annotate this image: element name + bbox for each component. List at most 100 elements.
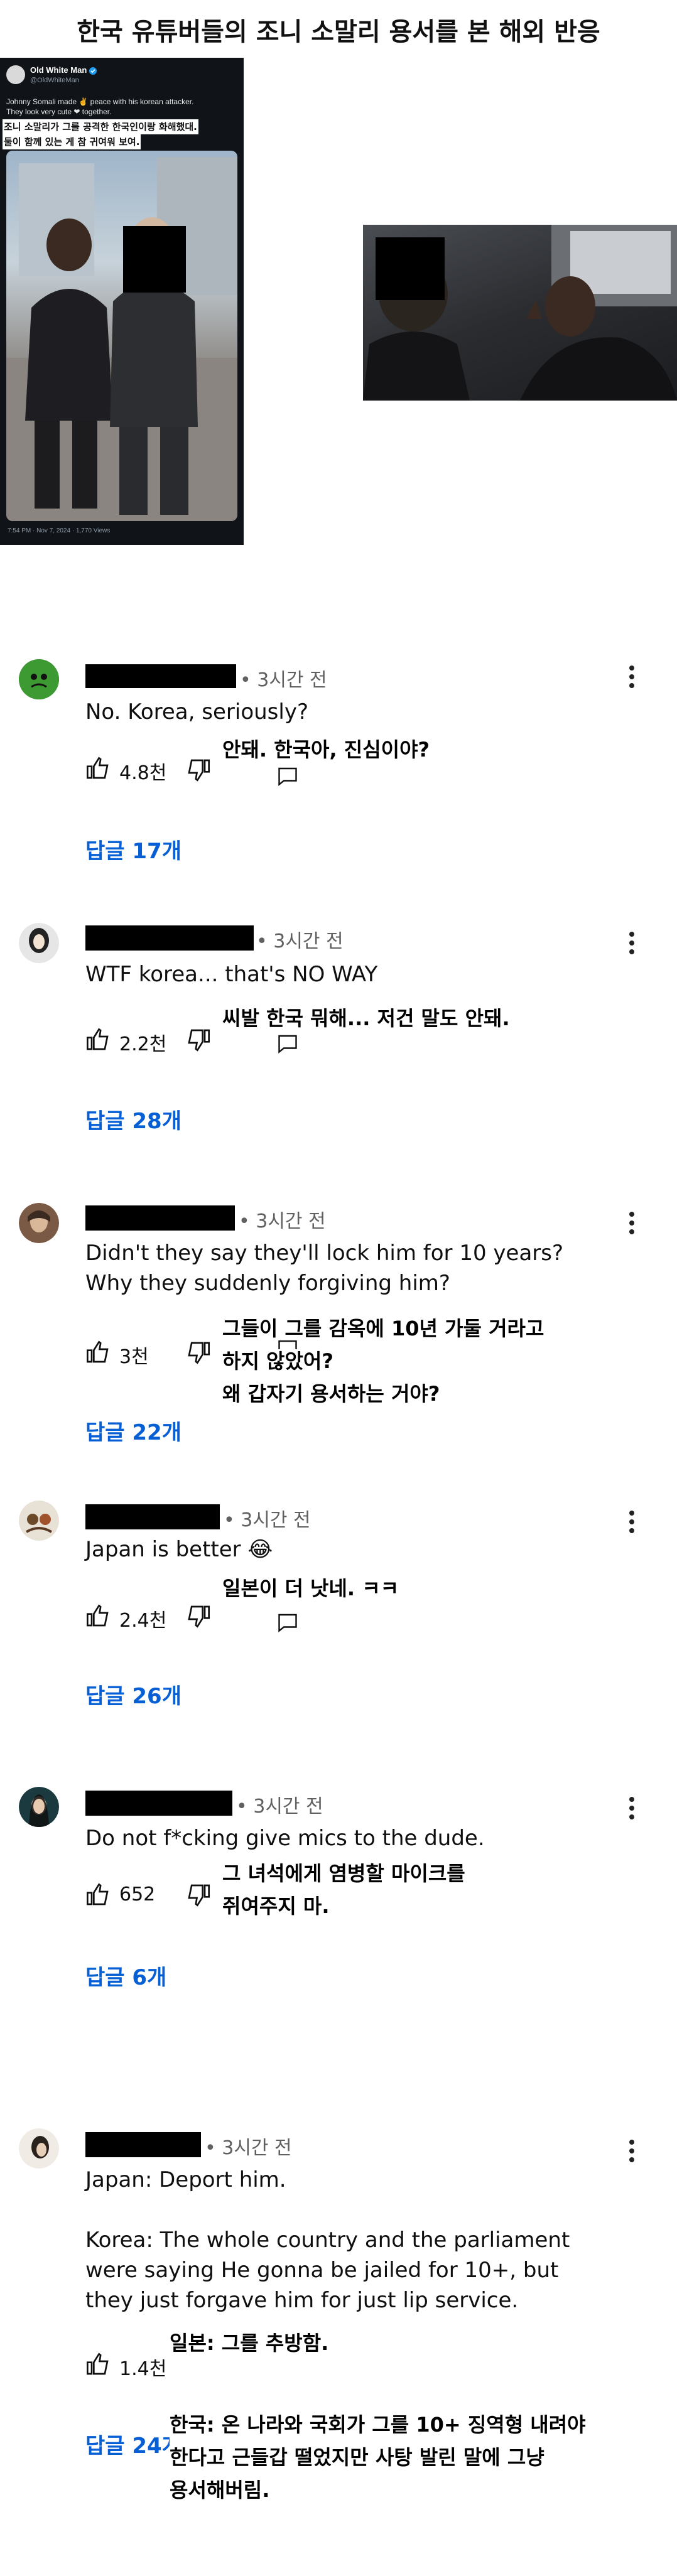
like-icon: [87, 1604, 109, 1627]
comment-translation: 그들이 그를 감옥에 10년 가둘 거라고 하지 않았어? 왜 갑자기 용서하는…: [222, 1312, 544, 1410]
like-count: 2.2천: [119, 1033, 167, 1055]
dislike-icon: [188, 1884, 210, 1907]
comment-translation-2: 한국: 온 나라와 국회가 그를 10+ 징역형 내려야 한다고 근들갑 떨었지…: [170, 2408, 586, 2506]
tweet-header: Old White Man @OldWhiteMan: [6, 63, 237, 94]
comment-translation: 안돼. 한국아, 진심이야?: [222, 733, 430, 766]
username-censor: [85, 1504, 220, 1529]
reply-icon: [278, 1035, 297, 1054]
tweet-translation-line: 조니 소말리가 그를 공격한 한국인이랑 화해했대.: [3, 119, 198, 134]
reply-button[interactable]: [276, 1032, 299, 1055]
tweet-screenshot: Old White Man @OldWhiteMan Johnny Somali…: [0, 58, 244, 545]
username-censor: [85, 925, 254, 951]
comment-text: No. Korea, seriously?: [85, 699, 308, 725]
translation-text: 그들이 그를 감옥에 10년 가둘 거라고 하지 않았어? 왜 갑자기 용서하는…: [222, 1317, 544, 1406]
replies-toggle[interactable]: 답글 28개: [85, 1104, 181, 1134]
dislike-icon: [188, 1342, 210, 1364]
translation-text: 일본: 그를 추방함.: [170, 2331, 329, 2355]
more-vert-icon[interactable]: [628, 664, 636, 689]
comment-time: • 3시간 전: [240, 669, 327, 691]
like-button[interactable]: [85, 756, 111, 781]
tweet-text: Johnny Somali made ✌ peace with his kore…: [6, 97, 239, 117]
like-count: 3천: [119, 1346, 149, 1368]
like-button[interactable]: [85, 1603, 111, 1629]
replies-toggle[interactable]: 답글 22개: [85, 1415, 181, 1446]
comment-avatar[interactable]: [19, 923, 59, 963]
comment-translation: 씨발 한국 뭐해... 저건 말도 안돼.: [222, 1002, 510, 1035]
more-vert-icon[interactable]: [628, 1509, 636, 1534]
reply-button[interactable]: [276, 1611, 299, 1634]
comment-translation: 일본이 더 낫네. ㅋㅋ: [222, 1572, 399, 1605]
tweet-photo: [6, 151, 237, 521]
like-icon: [87, 1883, 109, 1905]
comment-time: • 3시간 전: [236, 1796, 323, 1818]
face-censor-box: [123, 226, 186, 293]
tweet-footer: 7:54 PM · Nov 7, 2024 · 1,770 Views: [8, 527, 111, 534]
translation-text: 안돼. 한국아, 진심이야?: [222, 738, 430, 762]
like-count: 4.8천: [119, 762, 167, 784]
more-vert-icon[interactable]: [628, 1796, 636, 1821]
like-button[interactable]: [85, 1882, 111, 1907]
comment-translation: 일본: 그를 추방함.: [170, 2327, 329, 2359]
like-count: 2.4천: [119, 1610, 167, 1632]
translation-text: 그 녀석에게 염병할 마이크를 쥐여주지 마.: [222, 1862, 465, 1918]
comment-text: WTF korea... that's NO WAY: [85, 962, 378, 987]
comment-time: • 3시간 전: [239, 1210, 326, 1232]
dislike-button[interactable]: [186, 1340, 211, 1365]
tweet-korean-translation: 조니 소말리가 그를 공격한 한국인이랑 화해했대. 둘이 함께 있는 게 참 …: [3, 119, 244, 149]
face-censor-box: [376, 237, 445, 300]
tweet-handle: @OldWhiteMan: [30, 77, 79, 84]
comment-avatar[interactable]: [19, 1203, 59, 1243]
comment-text: Do not f*cking give mics to the dude.: [85, 1826, 485, 1851]
dislike-icon: [188, 1029, 210, 1052]
verified-icon: [89, 67, 97, 75]
replies-toggle[interactable]: 답글 24개: [85, 2428, 181, 2459]
tweet-author-name: Old White Man: [30, 65, 97, 75]
tweet-text-line: They look very cute ❤ together.: [6, 107, 112, 116]
tweet-photo-illustration: [6, 157, 237, 521]
comment-text: Didn't they say they'll lock him for 10 …: [85, 1241, 564, 1296]
reply-icon: [278, 1614, 297, 1632]
comment-text: Japan: Deport him. Korea: The whole coun…: [85, 2167, 570, 2313]
replies-toggle[interactable]: 답글 6개: [85, 1960, 166, 1991]
comment-time: • 3시간 전: [256, 930, 344, 952]
dislike-button[interactable]: [186, 1027, 211, 1052]
dislike-icon: [188, 759, 210, 782]
like-icon: [87, 1028, 109, 1050]
username-censor: [85, 2132, 201, 2157]
replies-toggle[interactable]: 답글 26개: [85, 1679, 181, 1710]
like-icon: [87, 2352, 109, 2375]
comment-avatar[interactable]: [19, 1501, 59, 1541]
like-count: 1.4천: [119, 2358, 167, 2380]
more-vert-icon[interactable]: [628, 2138, 636, 2164]
reply-icon: [278, 767, 297, 786]
reply-button[interactable]: [276, 765, 299, 787]
like-count: 652: [119, 1883, 156, 1905]
like-button[interactable]: [85, 1340, 111, 1365]
page-title: 한국 유튜버들의 조니 소말리 용서를 본 해외 반응: [77, 18, 600, 46]
dislike-button[interactable]: [186, 1603, 211, 1629]
tweet-text-line: Johnny Somali made ✌ peace with his kore…: [6, 97, 194, 106]
like-button[interactable]: [85, 2352, 111, 2377]
translation-text: 일본이 더 낫네. ㅋㅋ: [222, 1576, 399, 1600]
comment-time: • 3시간 전: [224, 1509, 311, 1531]
username-censor: [85, 1205, 235, 1231]
username-censor: [85, 664, 236, 688]
comment-avatar[interactable]: [19, 2128, 59, 2169]
comment-translation: 그 녀석에게 염병할 마이크를 쥐여주지 마.: [222, 1857, 465, 1922]
car-selfie-photo: [363, 225, 677, 401]
tweet-avatar: [6, 65, 25, 84]
like-icon: [87, 1340, 109, 1363]
comment-avatar[interactable]: [19, 659, 59, 699]
like-button[interactable]: [85, 1027, 111, 1052]
like-icon: [87, 757, 109, 779]
translation-text: 씨발 한국 뭐해... 저건 말도 안돼.: [222, 1006, 510, 1030]
dislike-button[interactable]: [186, 757, 211, 782]
more-vert-icon[interactable]: [628, 1210, 636, 1236]
dislike-button[interactable]: [186, 1882, 211, 1907]
tweet-translation-line: 둘이 함께 있는 게 참 귀여워 보여.: [3, 134, 141, 149]
username-censor: [85, 1791, 232, 1816]
more-vert-icon[interactable]: [628, 930, 636, 956]
comment-avatar[interactable]: [19, 1787, 59, 1827]
comment-text: Japan is better 😂: [85, 1537, 273, 1562]
replies-toggle[interactable]: 답글 17개: [85, 834, 181, 865]
